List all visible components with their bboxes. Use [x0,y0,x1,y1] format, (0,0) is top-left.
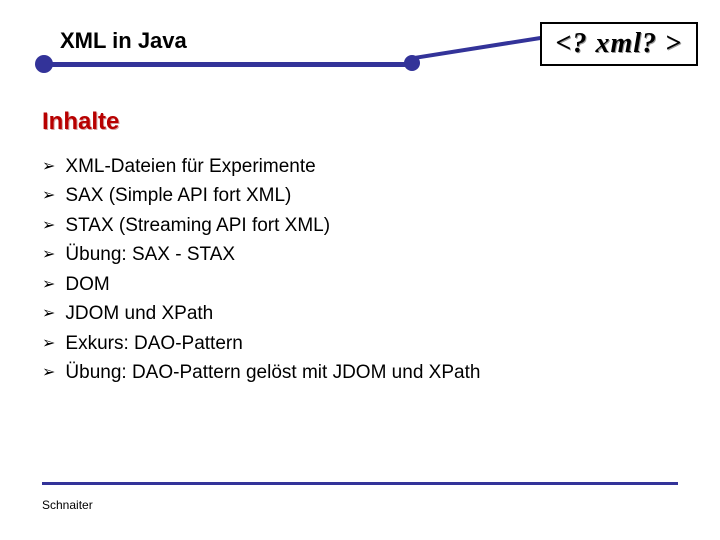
list-item: Übung: SAX - STAX [42,240,720,269]
slide-header: XML in Java <? xml? > [0,0,720,80]
decorative-line [40,62,410,67]
content-list: XML-Dateien für Experimente SAX (Simple … [42,152,720,388]
footer-author: Schnaiter [42,498,93,512]
list-item: Exkurs: DAO-Pattern [42,329,720,358]
dot-icon [35,55,53,73]
list-item: Übung: DAO-Pattern gelöst mit JDOM und X… [42,358,720,387]
list-item-text: SAX (Simple API fort XML) [65,181,291,210]
list-item-text: STAX (Streaming API fort XML) [65,211,330,240]
list-item: SAX (Simple API fort XML) [42,181,720,210]
list-item: DOM [42,270,720,299]
list-item: STAX (Streaming API fort XML) [42,211,720,240]
list-item-text: XML-Dateien für Experimente [65,152,315,181]
xml-badge: <? xml? > [540,22,698,66]
list-item-text: JDOM und XPath [65,299,213,328]
list-item-text: Übung: SAX - STAX [65,240,235,269]
list-item: JDOM und XPath [42,299,720,328]
list-item-text: DOM [65,270,109,299]
list-item-text: Übung: DAO-Pattern gelöst mit JDOM und X… [65,358,480,387]
list-item: XML-Dateien für Experimente [42,152,720,181]
dot-icon [404,55,420,71]
footer-divider [42,482,678,485]
section-heading: Inhalte [42,108,720,136]
list-item-text: Exkurs: DAO-Pattern [65,329,242,358]
